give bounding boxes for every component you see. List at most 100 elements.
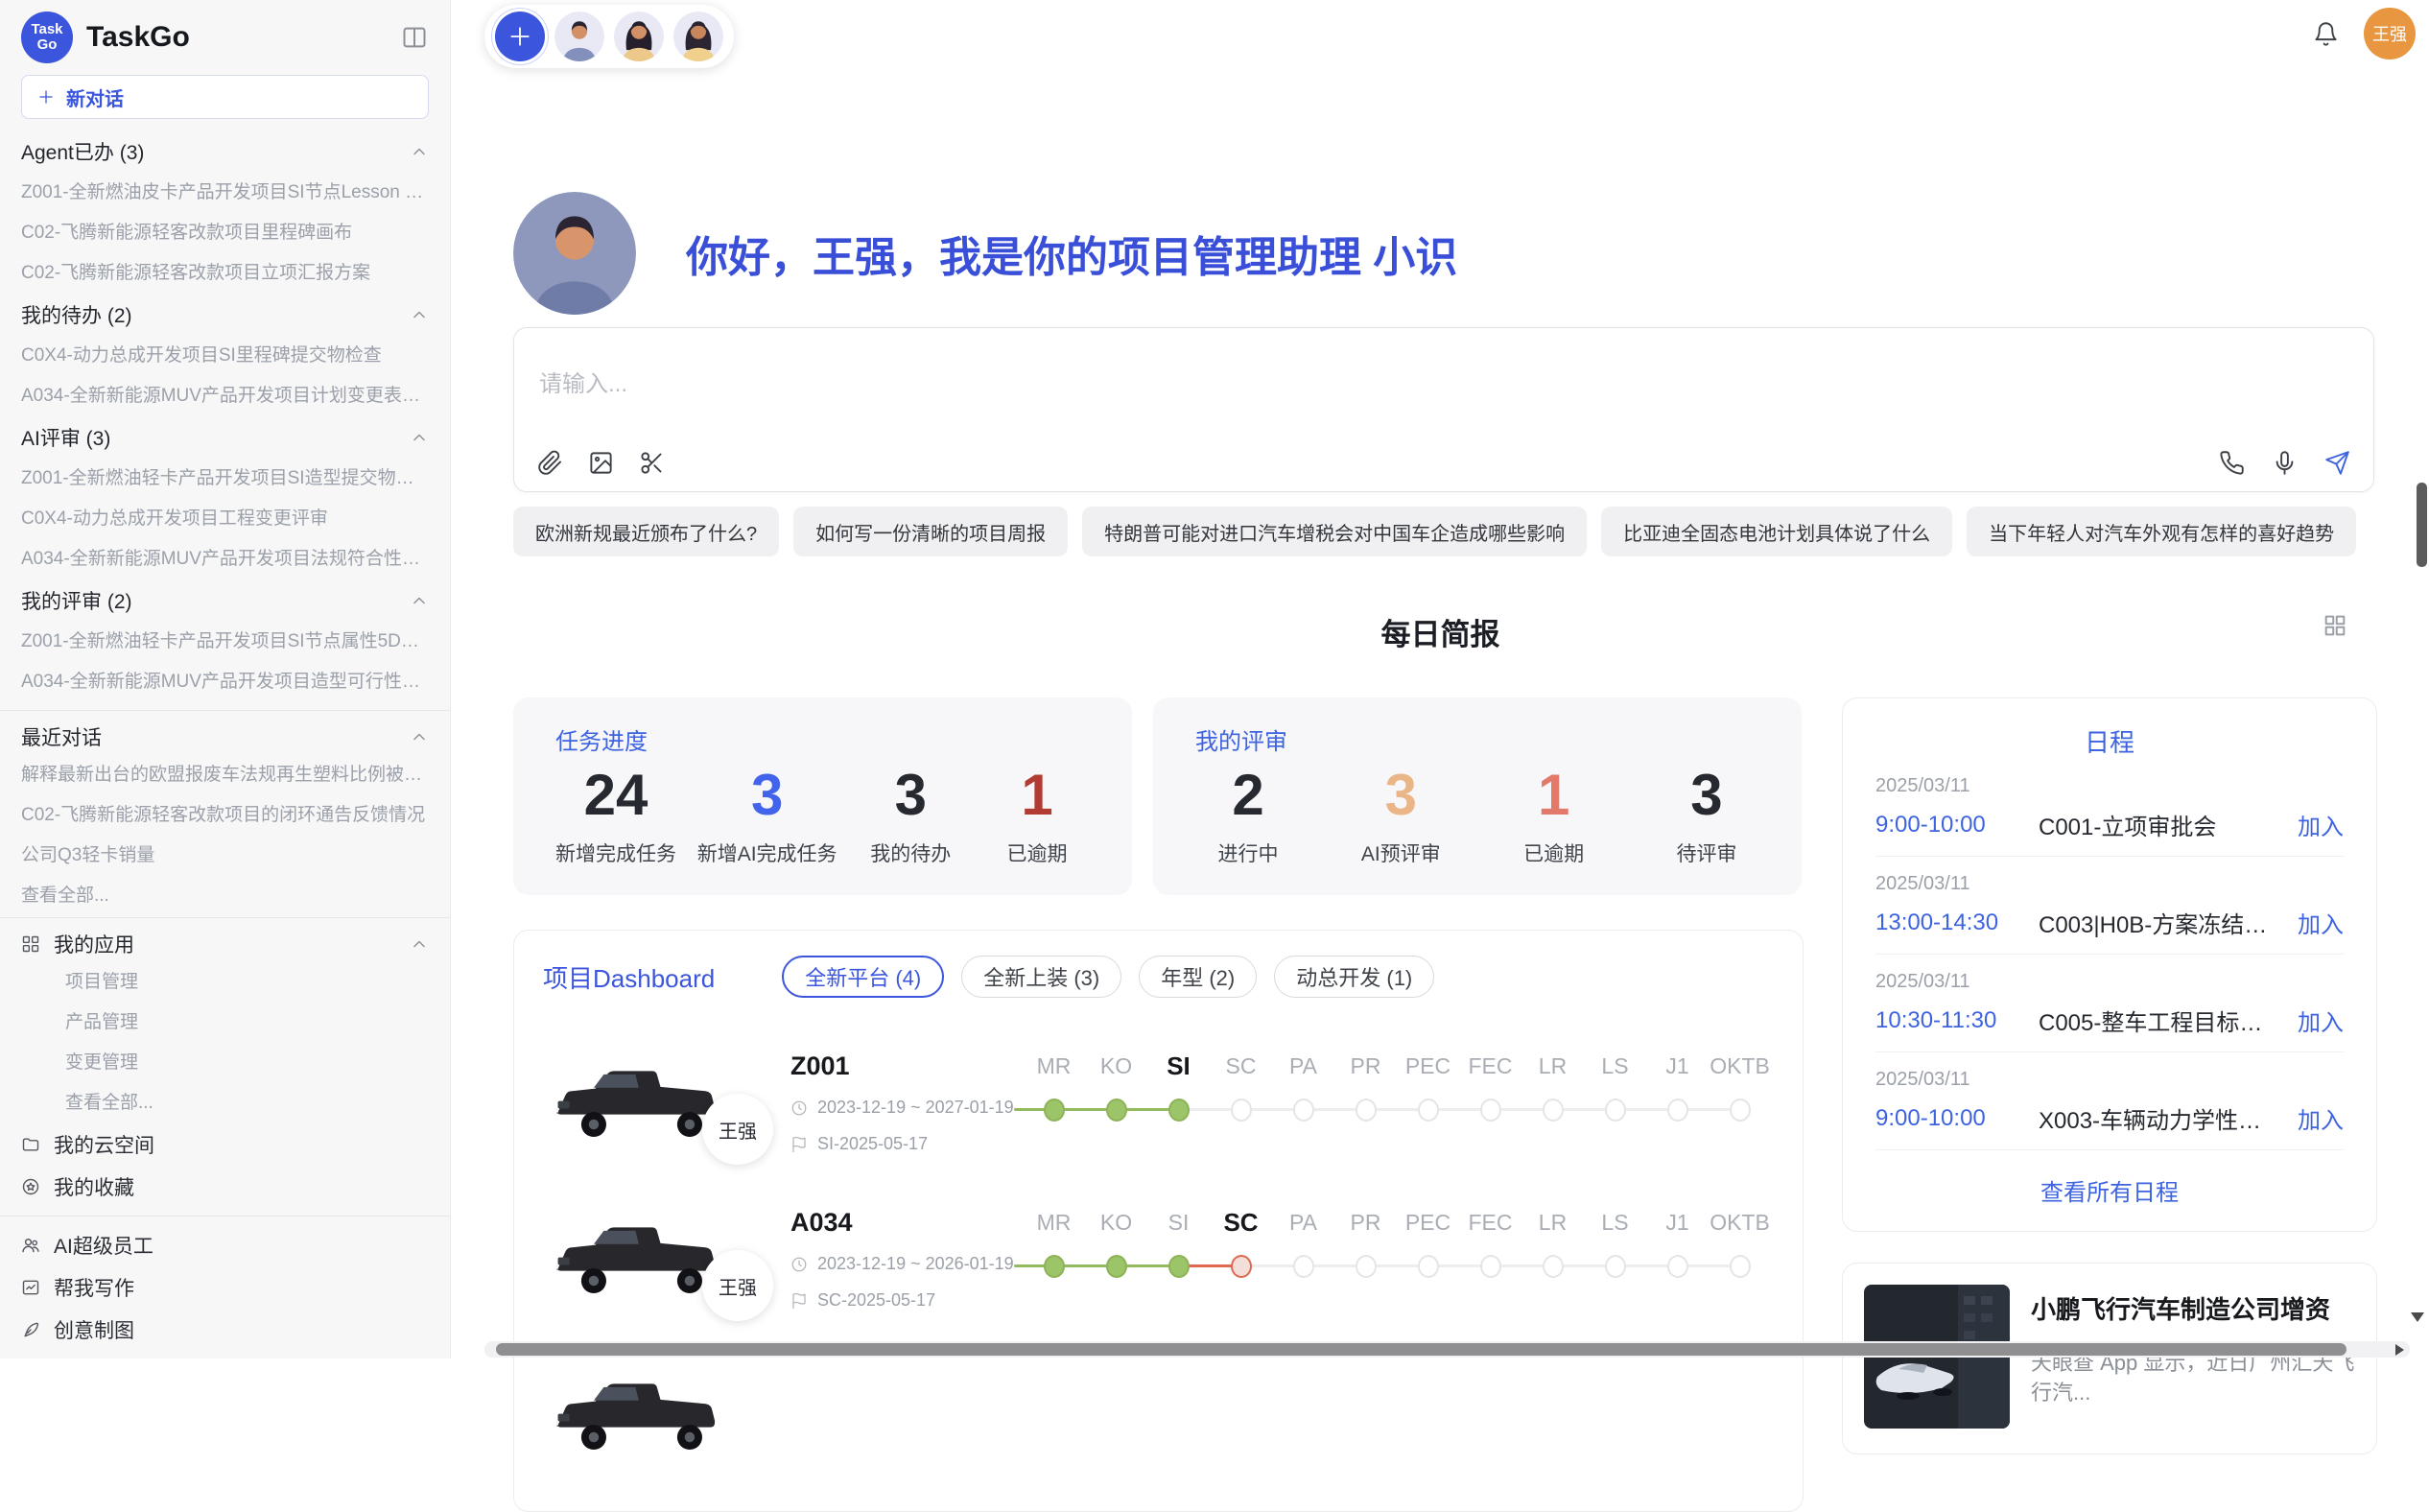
chevron-up-icon[interactable] xyxy=(410,934,429,954)
horizontal-scrollbar[interactable] xyxy=(484,1341,2410,1358)
sidebar-tool[interactable]: AI超级员工 xyxy=(21,1224,429,1266)
app-item[interactable]: 查看全部... xyxy=(21,1083,429,1123)
divider xyxy=(0,710,450,711)
sidebar-shortcut[interactable]: 我的云空间 xyxy=(21,1123,429,1166)
filter-pill[interactable]: 年型 (2) xyxy=(1139,956,1257,998)
chevron-up-icon[interactable] xyxy=(410,591,429,610)
suggestion-chip[interactable]: 欧洲新规最近颁布了什么? xyxy=(513,507,779,556)
view-all-schedule-link[interactable]: 查看所有日程 xyxy=(1875,1173,2344,1207)
news-title: 小鹏飞行汽车制造公司增资 xyxy=(2031,1290,2355,1326)
notification-bell-icon[interactable] xyxy=(2313,21,2339,47)
agent-avatar[interactable] xyxy=(614,12,664,61)
paperclip-icon[interactable] xyxy=(537,450,563,476)
agent-avatar[interactable] xyxy=(554,12,604,61)
milestone-dot xyxy=(1356,1099,1377,1122)
sidebar-item[interactable]: A034-全新新能源MUV产品开发项目造型可行性评审 xyxy=(21,662,429,702)
dashboard-header: 项目Dashboard 全新平台 (4)全新上装 (3)年型 (2)动总开发 (… xyxy=(543,956,1774,998)
milestone-label: LS xyxy=(1584,1206,1646,1239)
sidebar-item[interactable]: Z001-全新燃油皮卡产品开发项目SI节点Lesson Learn报告 xyxy=(21,173,429,213)
recent-chats-list: 解释最新出台的欧盟报废车法规再生塑料比例被调至15%...C02-飞腾新能源轻客… xyxy=(21,755,429,876)
new-chat-button[interactable]: 新对话 xyxy=(21,75,429,119)
sidebar-item[interactable]: Z001-全新燃油轻卡产品开发项目SI节点属性5D文件评审 xyxy=(21,622,429,662)
sidebar-tool[interactable]: 创意制图 xyxy=(21,1309,429,1351)
join-link[interactable]: 加入 xyxy=(2298,1101,2344,1135)
chat-input[interactable]: 请输入... xyxy=(539,365,1115,398)
tool-label: 帮我写作 xyxy=(54,1273,134,1302)
recent-chat-item[interactable]: C02-飞腾新能源轻客改款项目的闭环通告反馈情况 xyxy=(21,795,429,836)
app-item[interactable]: 产品管理 xyxy=(21,1003,429,1043)
sidebar-item[interactable]: C02-飞腾新能源轻客改款项目立项汇报方案 xyxy=(21,253,429,294)
layout-grid-icon[interactable] xyxy=(2322,612,2348,639)
send-icon[interactable] xyxy=(2324,450,2350,476)
suggestion-chip[interactable]: 比亚迪全固态电池计划具体说了什么 xyxy=(1601,507,1952,556)
recent-view-all[interactable]: 查看全部... xyxy=(21,876,429,910)
scissors-icon[interactable] xyxy=(639,450,665,476)
collapse-sidebar-icon[interactable] xyxy=(400,24,429,51)
chevron-up-icon[interactable] xyxy=(410,428,429,447)
sidebar-item[interactable]: A034-全新新能源MUV产品开发项目法规符合性评审 xyxy=(21,539,429,579)
filter-pill[interactable]: 全新上装 (3) xyxy=(961,956,1121,998)
milestone-label: PA xyxy=(1272,1050,1334,1082)
image-icon[interactable] xyxy=(588,450,614,476)
sidebar-group: 我的评审 (2) Z001-全新燃油轻卡产品开发项目SI节点属性5D文件评审A0… xyxy=(21,579,429,702)
app-item[interactable]: 项目管理 xyxy=(21,962,429,1003)
sidebar-group-header[interactable]: 我的评审 (2) xyxy=(21,579,429,622)
filter-pill[interactable]: 动总开发 (1) xyxy=(1274,956,1434,998)
sidebar-item[interactable]: C0X4-动力总成开发项目工程变更评审 xyxy=(21,499,429,539)
horizontal-scrollbar-thumb[interactable] xyxy=(496,1343,2346,1356)
mic-icon[interactable] xyxy=(2272,450,2298,476)
filter-pill[interactable]: 全新平台 (4) xyxy=(782,956,944,998)
project-row[interactable]: 王强 A034 2023-12-19 ~ 2026-01-19 SC-2025-… xyxy=(543,1204,1774,1311)
recent-chat-item[interactable]: 公司Q3轻卡销量 xyxy=(21,836,429,876)
sidebar-item[interactable]: C02-飞腾新能源轻客改款项目里程碑画布 xyxy=(21,213,429,253)
scroll-down-arrow[interactable] xyxy=(2411,1312,2424,1322)
sidebar-group-header[interactable]: Agent已办 (3) xyxy=(21,130,429,173)
sidebar-tool[interactable]: 帮我写作 xyxy=(21,1266,429,1309)
milestone-label: J1 xyxy=(1646,1206,1709,1239)
chevron-up-icon[interactable] xyxy=(410,142,429,161)
join-link[interactable]: 加入 xyxy=(2298,906,2344,939)
vertical-scrollbar-thumb[interactable] xyxy=(2417,483,2427,567)
join-link[interactable]: 加入 xyxy=(2298,1004,2344,1037)
suggestion-chip[interactable]: 特朗普可能对进口汽车增税会对中国车企造成哪些影响 xyxy=(1082,507,1587,556)
join-link[interactable]: 加入 xyxy=(2298,808,2344,841)
stat-column: 3 我的待办 xyxy=(858,764,963,867)
stat-value: 1 xyxy=(1501,764,1607,827)
sidebar-group-header[interactable]: 我的待办 (2) xyxy=(21,294,429,336)
app-item[interactable]: 变更管理 xyxy=(21,1043,429,1083)
sidebar-tools: AI超级员工 帮我写作 创意制图 xyxy=(21,1224,429,1351)
milestone-label: OKTB xyxy=(1709,1206,1771,1239)
news-card[interactable]: 小鹏飞行汽车制造公司增资 天眼查 App 显示，近日广州汇天飞行汽... xyxy=(1842,1263,2377,1454)
phone-icon[interactable] xyxy=(2219,450,2245,476)
divider xyxy=(0,1216,450,1217)
my-apps-header[interactable]: 我的应用 xyxy=(21,926,429,962)
stat-columns: 2 进行中 3 AI预评审 1 已逾期 3 待评审 xyxy=(1195,764,1759,867)
milestone-label: LR xyxy=(1521,1206,1584,1239)
recent-chats-title: 最近对话 xyxy=(21,722,102,751)
agent-avatar[interactable] xyxy=(673,12,723,61)
schedule-time: 13:00-14:30 xyxy=(1875,910,2039,936)
suggestion-chip[interactable]: 如何写一份清晰的项目周报 xyxy=(793,507,1068,556)
sidebar-item[interactable]: A034-全新新能源MUV产品开发项目计划变更表编写 xyxy=(21,376,429,416)
greeting-text: 你好，王强，我是你的项目管理助理 小识 xyxy=(686,223,1457,284)
chevron-up-icon[interactable] xyxy=(410,727,429,746)
schedule-name: C001-立项审批会 xyxy=(2039,808,2284,841)
milestone-dot xyxy=(1667,1255,1688,1278)
sidebar-item[interactable]: C0X4-动力总成开发项目SI里程碑提交物检查 xyxy=(21,336,429,376)
schedule-card: 日程 2025/03/11 9:00-10:00 C001-立项审批会 加入 2… xyxy=(1842,697,2377,1232)
milestone-label: LS xyxy=(1584,1050,1646,1082)
milestone-timeline: MRKOSISCPAPRPECFECLRLSJ1OKTB xyxy=(1023,1050,1774,1140)
recent-chat-item[interactable]: 解释最新出台的欧盟报废车法规再生塑料比例被调至15%... xyxy=(21,755,429,795)
add-agent-button[interactable] xyxy=(495,12,545,61)
sidebar-item[interactable]: Z001-全新燃油轻卡产品开发项目SI造型提交物评审 xyxy=(21,459,429,499)
suggestion-chip[interactable]: 当下年轻人对汽车外观有怎样的喜好趋势 xyxy=(1967,507,2356,556)
sidebar-group-header[interactable]: AI评审 (3) xyxy=(21,416,429,459)
stat-label: 我的待办 xyxy=(858,839,963,867)
recent-chats-header[interactable]: 最近对话 xyxy=(21,719,429,755)
chevron-up-icon[interactable] xyxy=(410,305,429,324)
user-avatar[interactable]: 王强 xyxy=(2364,8,2416,59)
sidebar-shortcut[interactable]: 我的收藏 xyxy=(21,1166,429,1208)
milestone-dot xyxy=(1106,1099,1127,1122)
apps-grid-icon xyxy=(21,934,40,954)
project-row[interactable]: 王强 Z001 2023-12-19 ~ 2027-01-19 SI-2025-… xyxy=(543,1048,1774,1154)
